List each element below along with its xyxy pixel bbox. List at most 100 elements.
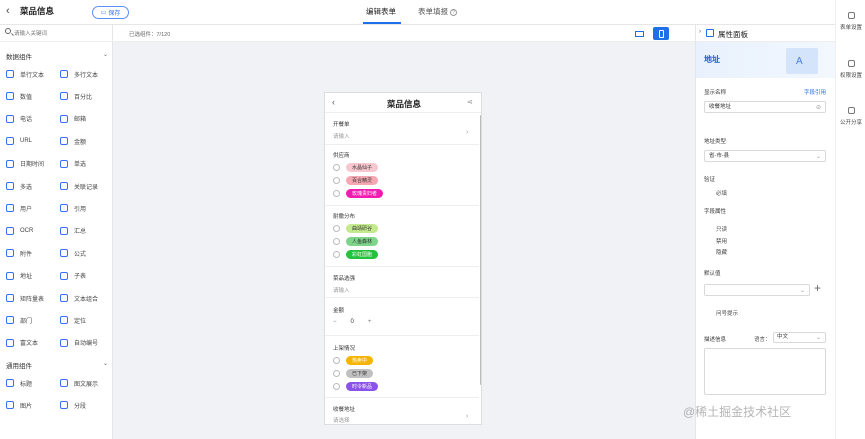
radio-option[interactable]: 曲靖研谷 <box>333 223 379 233</box>
component-item[interactable]: 自动编号 <box>60 336 110 350</box>
chevron-down-icon: ⌄ <box>815 335 821 341</box>
component-item[interactable]: 金额 <box>60 134 110 148</box>
component-item[interactable]: URL <box>6 134 56 148</box>
plus-icon[interactable]: + <box>368 319 372 325</box>
component-item[interactable]: 富文本 <box>6 336 56 350</box>
component-label: 数值 <box>20 94 33 101</box>
address-type-select[interactable]: 省-市-县 ⌄ <box>704 150 826 162</box>
radio-icon <box>333 224 340 232</box>
display-name-input[interactable]: 收餐地址 ⊘ <box>704 101 826 113</box>
radio-option[interactable]: 水晶仙子 <box>333 162 379 172</box>
form-field[interactable]: 金额 − 0 + <box>325 299 479 336</box>
hint-option[interactable]: 问号提示 <box>716 309 738 317</box>
tab-edit-form[interactable]: 编辑表单 <box>366 6 396 17</box>
component-item[interactable]: 用户 <box>6 201 56 215</box>
tab-form-fill[interactable]: 表单填报? <box>418 6 457 17</box>
form-field[interactable]: 上架情况 热卖中 已下架 时令新品 <box>325 337 479 398</box>
summary-icon <box>60 226 68 235</box>
chevron-right-icon: › <box>466 413 469 420</box>
scrollbar[interactable] <box>480 115 481 385</box>
component-item[interactable]: 标题 <box>6 376 56 390</box>
component-item[interactable]: 定位 <box>60 313 110 327</box>
minus-icon[interactable]: − <box>333 319 337 325</box>
chevron-down-icon[interactable]: ⌄ <box>103 51 108 58</box>
default-value-select[interactable]: ⌄ <box>704 284 810 296</box>
language-select[interactable]: 中文 ⌄ <box>773 332 826 343</box>
component-item[interactable]: 邮箱 <box>60 112 110 126</box>
component-item[interactable]: 单选 <box>60 157 110 171</box>
number-icon <box>6 92 14 101</box>
radio-option[interactable]: 人鱼森林 <box>333 236 379 246</box>
tab-public-share[interactable]: 公开分享 <box>836 107 865 126</box>
field-label: 供应商 <box>333 153 350 159</box>
component-label: 标题 <box>20 381 33 388</box>
radio-option[interactable]: 时令新品 <box>333 381 379 391</box>
form-field[interactable]: 菜品选强 请输入 <box>325 268 479 298</box>
component-item[interactable]: 部门 <box>6 313 56 327</box>
search-input[interactable] <box>14 28 109 39</box>
radio-option[interactable]: 热卖中 <box>333 355 374 365</box>
component-item[interactable]: 图文展示 <box>60 376 110 390</box>
field-label: 上架情况 <box>333 346 356 352</box>
option-pill: 百合精灵 <box>346 175 379 185</box>
component-item[interactable]: 引用 <box>60 201 110 215</box>
description-textarea[interactable] <box>704 348 826 395</box>
hidden-option[interactable]: 隐藏 <box>716 248 727 256</box>
radio-option[interactable]: 彩虹国胞 <box>333 249 379 259</box>
component-item[interactable]: 附件 <box>6 246 56 260</box>
tab-permission[interactable]: 权限设置 <box>836 60 865 79</box>
add-icon[interactable]: + <box>814 281 821 295</box>
mail-icon <box>60 114 68 123</box>
image-icon <box>6 401 14 410</box>
quantity-stepper[interactable]: − 0 + <box>333 319 371 325</box>
component-item[interactable]: 电话 <box>6 112 56 126</box>
tab-form-fill-label: 表单填报 <box>418 7 448 16</box>
component-label: 金额 <box>74 139 87 146</box>
component-item[interactable]: 关联记录 <box>60 179 110 193</box>
component-item[interactable]: 文本组合 <box>60 291 110 305</box>
field-label: 菜品选强 <box>333 276 356 282</box>
chevron-right-icon[interactable]: › <box>699 29 701 35</box>
radio-option[interactable]: 玫瑰贵妇者 <box>333 188 384 198</box>
radio-option[interactable]: 已下架 <box>333 368 374 378</box>
component-item[interactable]: 单行文本 <box>6 67 56 81</box>
component-item[interactable]: 子表 <box>60 269 110 283</box>
chevron-down-icon[interactable]: ⌄ <box>103 360 108 367</box>
component-item[interactable]: 图片 <box>6 398 56 412</box>
component-item[interactable]: 汇总 <box>60 224 110 238</box>
component-item[interactable]: 地址 <box>6 269 56 283</box>
disabled-option[interactable]: 禁用 <box>716 237 727 245</box>
component-item[interactable]: 公式 <box>60 246 110 260</box>
component-item[interactable]: 分段 <box>60 398 110 412</box>
textarea-icon <box>60 70 68 78</box>
form-field[interactable]: 耐撒分布 曲靖研谷 人鱼森林 彩虹国胞 <box>325 207 479 267</box>
department-icon <box>6 316 14 325</box>
component-item[interactable]: 多行文本 <box>60 67 110 81</box>
save-button[interactable]: ▭ 保存 <box>92 6 129 19</box>
form-field[interactable]: 收餐地址 请选择 › <box>325 399 479 424</box>
group-title-general: 通用组件 <box>6 363 32 370</box>
component-item[interactable]: 日期时间 <box>6 157 56 171</box>
component-item[interactable]: 多选 <box>6 179 56 193</box>
form-field[interactable]: 开餐单 请输入 › <box>325 115 479 145</box>
component-item[interactable]: 百分比 <box>60 89 110 103</box>
link-icon <box>6 137 14 146</box>
address-type-value: 省-市-县 <box>709 153 730 159</box>
field-placeholder: 请输入 <box>333 288 350 294</box>
component-item[interactable]: 矩阵量表 <box>6 291 56 305</box>
component-item[interactable]: OCR <box>6 224 56 238</box>
radio-option[interactable]: 百合精灵 <box>333 175 379 185</box>
required-option[interactable]: 必填 <box>716 189 727 197</box>
share-icon[interactable]: ⋖ <box>467 98 473 106</box>
tab-form-settings[interactable]: 表单设置 <box>836 12 865 31</box>
back-icon[interactable]: ‹ <box>6 5 10 17</box>
mobile-view-button[interactable] <box>653 27 669 40</box>
help-icon[interactable]: ? <box>450 8 457 16</box>
field-reference-link[interactable]: 字段引用 <box>804 88 826 96</box>
relation-icon <box>60 182 68 190</box>
form-field[interactable]: 供应商 水晶仙子 百合精灵 玫瑰贵妇者 <box>325 146 479 206</box>
clear-icon[interactable]: ⊘ <box>816 103 821 113</box>
readonly-option[interactable]: 只读 <box>716 225 727 233</box>
desktop-view-button[interactable] <box>631 27 647 40</box>
component-item[interactable]: 数值 <box>6 89 56 103</box>
